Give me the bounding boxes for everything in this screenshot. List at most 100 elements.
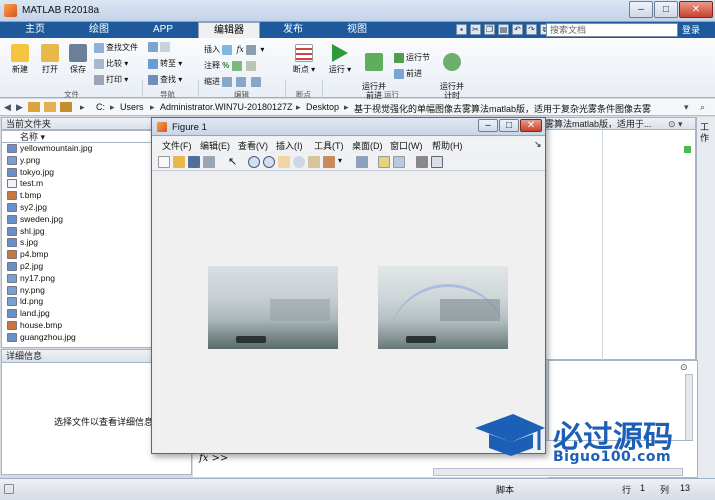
file-icon xyxy=(7,226,17,236)
workspace-strip[interactable] xyxy=(696,117,715,478)
new-button[interactable]: 新建 xyxy=(6,44,34,75)
menu-dock-icon[interactable]: ↘ xyxy=(534,139,542,150)
address-bar: ◀ ▶ ▸ C: ▸ Users ▸ Administrator.WIN7U-2… xyxy=(0,99,715,116)
save-button[interactable]: 保存 xyxy=(64,44,92,75)
tab-view[interactable]: 视图 xyxy=(326,22,388,38)
insert-section-icon xyxy=(222,44,233,55)
tab-home[interactable]: 主页 xyxy=(4,22,66,38)
menu-insert[interactable]: 插入(I) xyxy=(276,139,303,152)
menu-desktop[interactable]: 桌面(D) xyxy=(352,139,383,152)
up-folder-icon[interactable] xyxy=(44,102,56,112)
figure-title: Figure 1 xyxy=(172,122,207,133)
rotate-3d-icon[interactable] xyxy=(293,156,305,168)
browse-folder-icon[interactable] xyxy=(28,102,40,112)
redo-quick-icon[interactable]: ↷ xyxy=(526,24,537,35)
menu-window[interactable]: 窗口(W) xyxy=(390,139,423,152)
copy-quick-icon[interactable]: ❐ xyxy=(484,24,495,35)
file-name: shl.jpg xyxy=(20,225,45,236)
tab-publish[interactable]: 发布 xyxy=(262,22,324,38)
smart-indent-icon xyxy=(222,76,233,87)
folder-icon[interactable] xyxy=(60,102,72,112)
file-name: ny.png xyxy=(20,284,45,295)
menu-tools[interactable]: 工具(T) xyxy=(314,139,344,152)
run-and-time-button[interactable]: 运行并 计时 xyxy=(436,44,468,100)
save-figure-icon[interactable] xyxy=(188,156,200,168)
editor-actions-icon[interactable]: ⊙ ▾ xyxy=(668,119,683,130)
path-segment[interactable]: C: xyxy=(96,102,105,112)
goto-button[interactable]: 转至 ▾ xyxy=(148,58,182,69)
figure-maximize-button[interactable]: □ xyxy=(499,119,519,132)
compare-button[interactable]: 比较 ▾ xyxy=(94,58,128,69)
figure-title-bar[interactable]: Figure 1 – □ ✕ xyxy=(152,118,545,136)
find-files-button[interactable]: 查找文件 xyxy=(94,42,138,53)
path-segment[interactable]: 基于视觉强化的单幅图像去雾算法matlab版，适用于复杂光雾条件图像去雾 xyxy=(354,102,651,115)
comment-button[interactable]: 注释 % xyxy=(204,60,258,71)
link-plot-icon[interactable] xyxy=(356,156,368,168)
path-dropdown-icon[interactable]: ▾ xyxy=(684,102,689,113)
show-plot-tools-icon[interactable] xyxy=(431,156,443,168)
insert-button[interactable]: 插入 fx ▾ xyxy=(204,44,264,55)
paste-quick-icon[interactable]: ▤ xyxy=(498,24,509,35)
run-section-button[interactable]: 运行节 xyxy=(394,52,430,63)
run-button[interactable]: 运行 ▾ xyxy=(326,44,354,75)
maximize-button[interactable]: □ xyxy=(654,1,678,18)
sign-in-link[interactable]: 登录 xyxy=(682,23,714,37)
menu-help[interactable]: 帮助(H) xyxy=(432,139,463,152)
panel-menu-icon[interactable]: ⊙ xyxy=(680,362,688,373)
pan-hand-icon[interactable] xyxy=(278,156,290,168)
figure-menu-bar: 文件(F) 编辑(E) 查看(V) 插入(I) 工具(T) 桌面(D) 窗口(W… xyxy=(152,137,545,152)
path-segment[interactable]: Desktop xyxy=(306,102,339,112)
file-icon xyxy=(7,155,17,165)
undo-quick-icon[interactable]: ↶ xyxy=(512,24,523,35)
menu-file[interactable]: 文件(F) xyxy=(162,139,192,152)
back-icon[interactable]: ◀ xyxy=(4,102,11,113)
file-icon xyxy=(7,320,17,330)
tab-editor[interactable]: 编辑器 xyxy=(198,22,260,38)
horizontal-scrollbar[interactable] xyxy=(433,468,683,476)
advance-button[interactable]: 前进 xyxy=(394,68,422,79)
open-file-icon[interactable] xyxy=(173,156,185,168)
menu-edit[interactable]: 编辑(E) xyxy=(200,139,230,152)
new-figure-icon[interactable] xyxy=(158,156,170,168)
zoom-out-icon[interactable] xyxy=(263,156,275,168)
forward-icon[interactable]: ▶ xyxy=(16,102,23,113)
editor-margin-line xyxy=(602,130,603,360)
figure-window[interactable]: Figure 1 – □ ✕ 文件(F) 编辑(E) 查看(V) 插入(I) 工… xyxy=(151,117,546,454)
status-row: 1 xyxy=(640,483,646,493)
open-button[interactable]: 打开 xyxy=(36,44,64,75)
file-name: sy2.jpg xyxy=(20,201,47,212)
path-segment[interactable]: Administrator.WIN7U-20180127Z xyxy=(160,102,293,112)
print-figure-icon[interactable] xyxy=(203,156,215,168)
save-disk-icon xyxy=(69,44,87,62)
search-input[interactable]: 搜索文档 xyxy=(546,23,678,37)
cut-quick-icon[interactable]: ✂ xyxy=(470,24,481,35)
tab-apps[interactable]: APP xyxy=(132,22,194,38)
print-button[interactable]: 打印 ▾ xyxy=(94,74,128,85)
run-time-clock-icon xyxy=(443,53,461,71)
back-forward-buttons[interactable] xyxy=(148,42,172,52)
tab-plots[interactable]: 绘图 xyxy=(68,22,130,38)
menu-view[interactable]: 查看(V) xyxy=(238,139,268,152)
figure-minimize-button[interactable]: – xyxy=(478,119,498,132)
hide-plot-tools-icon[interactable] xyxy=(416,156,428,168)
data-cursor-icon[interactable] xyxy=(308,156,320,168)
legend-icon[interactable] xyxy=(393,156,405,168)
pointer-icon[interactable]: ↖ xyxy=(228,156,240,168)
hazy-image xyxy=(208,266,338,349)
fx-button[interactable]: fx xyxy=(236,45,243,54)
path-search-icon[interactable]: ⌕ xyxy=(700,102,705,113)
minimize-button[interactable]: – xyxy=(629,1,653,18)
brush-icon[interactable] xyxy=(323,156,335,168)
brush-dropdown-icon[interactable]: ▾ xyxy=(338,156,350,168)
find-button[interactable]: 查找 ▾ xyxy=(148,74,182,85)
zoom-in-icon[interactable] xyxy=(248,156,260,168)
save-quick-icon[interactable]: ▪ xyxy=(456,24,467,35)
file-name: s.jpg xyxy=(20,237,38,248)
file-icon xyxy=(7,202,17,212)
breakpoints-button[interactable]: 断点 ▾ xyxy=(290,44,318,75)
colorbar-icon[interactable] xyxy=(378,156,390,168)
indent-button[interactable]: 缩进 xyxy=(204,76,263,87)
figure-close-button[interactable]: ✕ xyxy=(520,119,542,132)
close-button[interactable]: ✕ xyxy=(679,1,713,18)
path-segment[interactable]: Users xyxy=(120,102,144,112)
